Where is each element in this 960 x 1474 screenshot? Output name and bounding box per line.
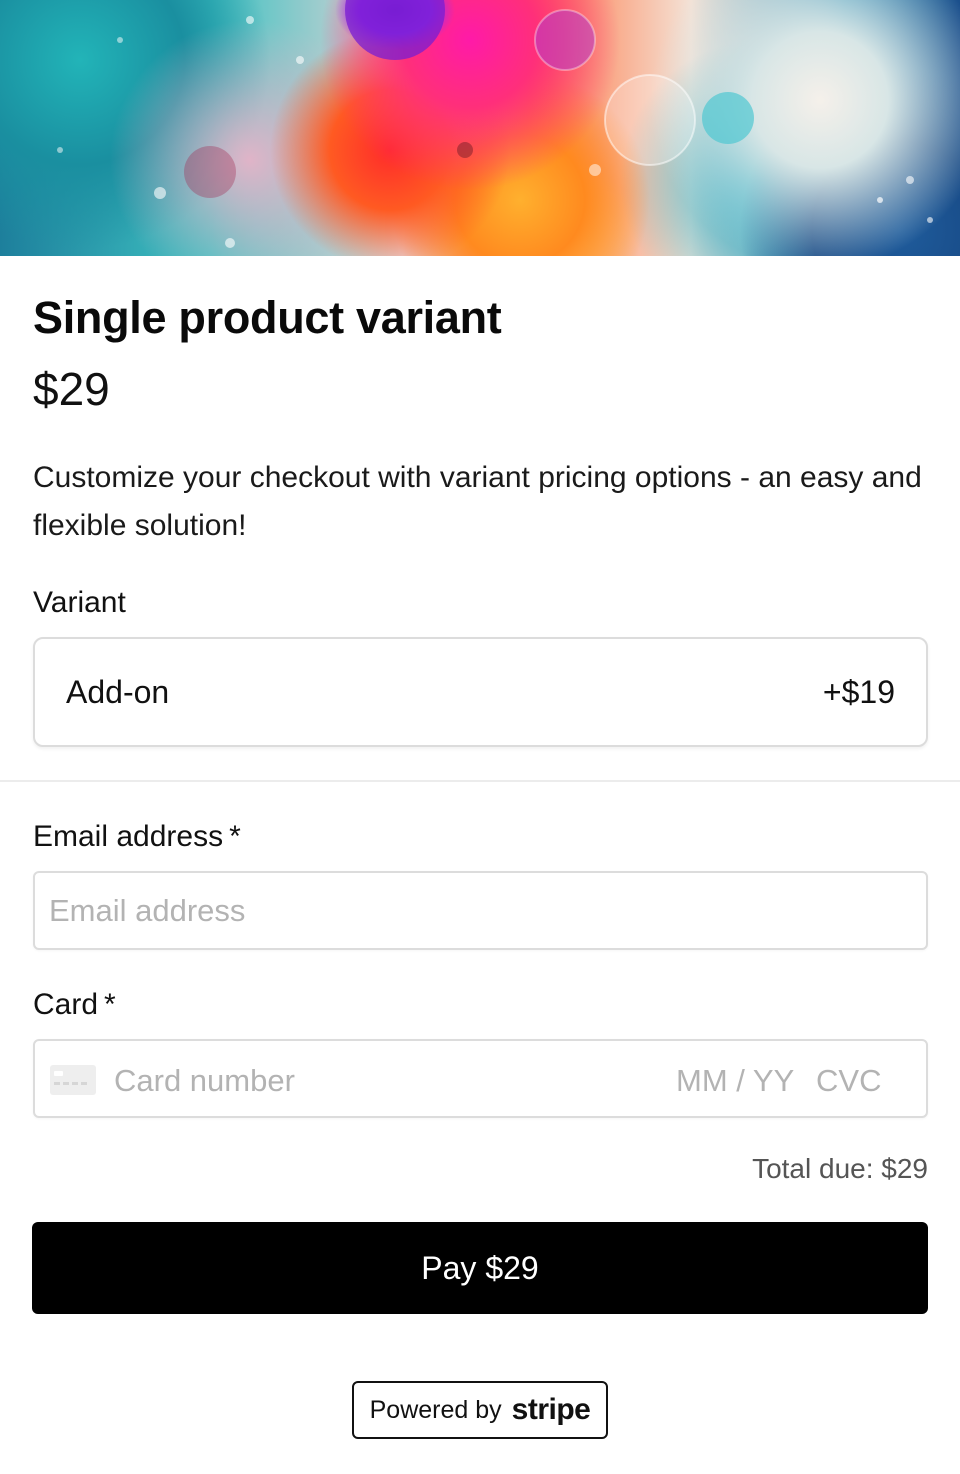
card-label-text: Card [33,988,99,1021]
product-hero-image [0,0,960,256]
credit-card-icon [50,1065,96,1095]
product-title: Single product variant [33,292,502,343]
variant-name: Add-on [66,674,170,710]
card-field[interactable]: Card number MM / YY CVC [33,1039,928,1118]
card-label: Card * [33,988,116,1022]
variant-label: Variant [33,586,126,619]
card-cvc-input[interactable]: CVC [816,1063,881,1099]
powered-by-stripe-link[interactable]: Powered by stripe [352,1381,608,1439]
stripe-logo: stripe [511,1393,591,1426]
card-expiry-input[interactable]: MM / YY [676,1063,794,1099]
required-mark: * [104,988,116,1021]
email-field[interactable] [49,873,909,948]
bubbles-decoration [57,0,933,248]
pay-button[interactable]: Pay $29 [32,1222,928,1314]
product-description: Customize your checkout with variant pri… [33,461,922,542]
powered-by-text: Powered by [369,1395,502,1424]
email-label-text: Email address [33,820,224,853]
checkout-page: Single product variant $29 Customize you… [0,0,960,1474]
card-number-input[interactable]: Card number [114,1063,295,1099]
variant-selector[interactable]: Add-on +$19 [33,637,928,747]
email-field-container [33,871,928,950]
email-label: Email address * [33,820,241,854]
variant-price: +$19 [822,674,895,710]
total-due: Total due: $29 [752,1153,928,1184]
product-price: $29 [33,363,110,415]
section-divider [0,780,960,782]
required-mark: * [229,820,241,853]
